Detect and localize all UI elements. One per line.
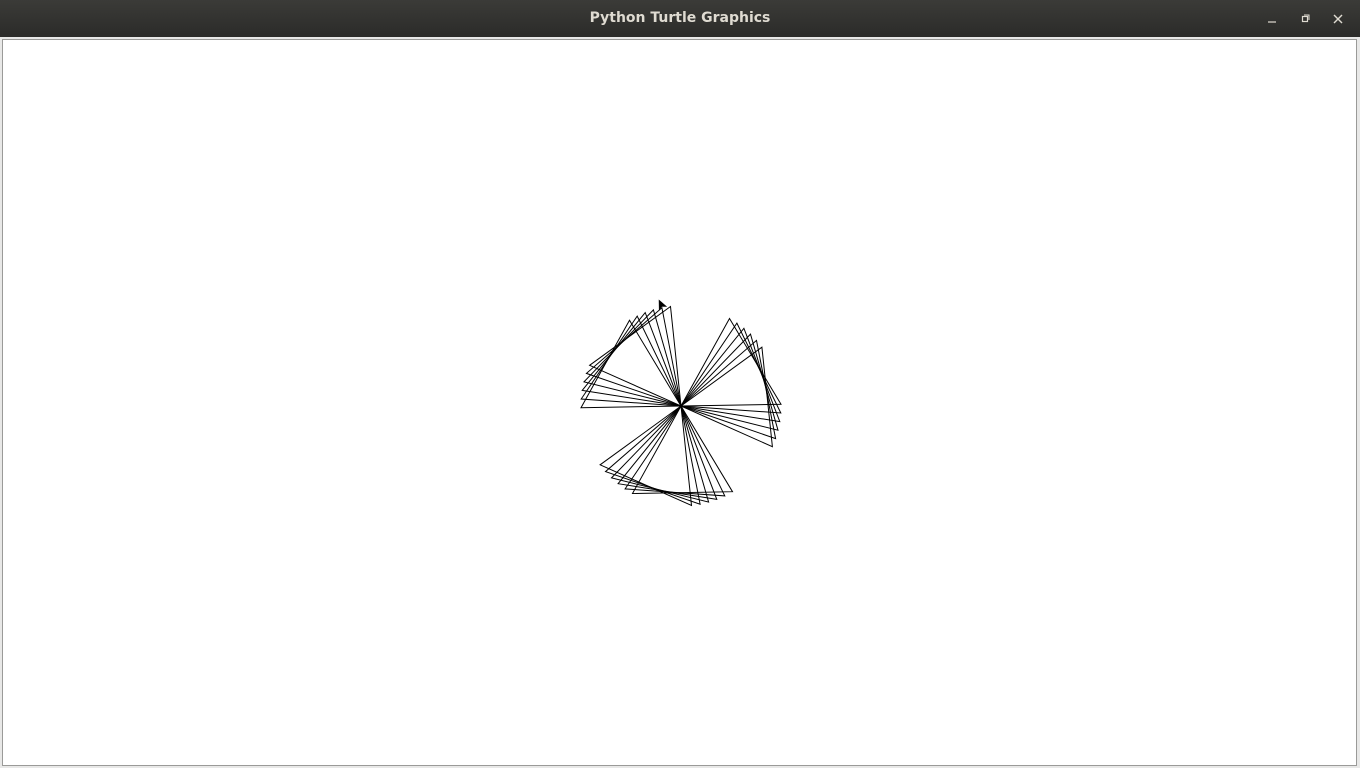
turtle-canvas-frame[interactable] [2, 39, 1357, 766]
maximize-button[interactable] [1288, 4, 1321, 34]
minimize-button[interactable] [1255, 4, 1288, 34]
drawn-triangle [588, 305, 682, 407]
drawn-triangle [583, 308, 682, 407]
drawn-triangle [680, 322, 782, 414]
turtle-drawing-canvas[interactable] [3, 40, 1356, 765]
window-title: Python Turtle Graphics [589, 10, 771, 26]
title-bar[interactable]: Python Turtle Graphics [0, 0, 1360, 37]
close-icon [1333, 14, 1342, 23]
window-controls [1255, 0, 1354, 37]
drawn-triangle [680, 339, 777, 440]
drawn-triangle [680, 333, 779, 431]
turtle-drawing [580, 305, 782, 507]
turtle-window: Python Turtle Graphics [0, 0, 1360, 768]
close-button[interactable] [1321, 4, 1354, 34]
maximize-icon [1301, 14, 1309, 22]
minimize-icon [1267, 20, 1276, 23]
